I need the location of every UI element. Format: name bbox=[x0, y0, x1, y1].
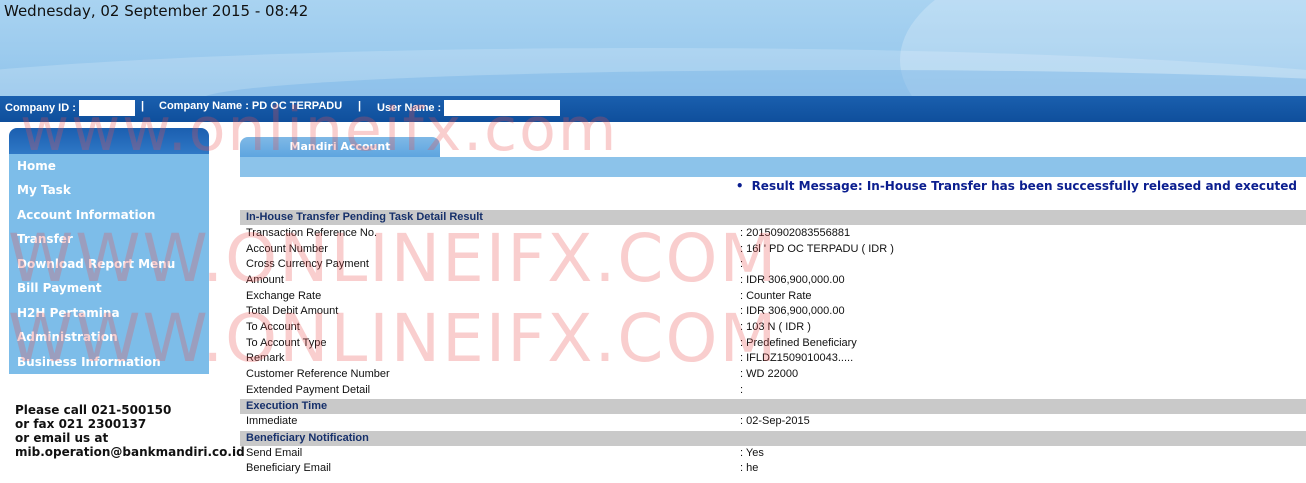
detail-value: : Predefined Beneficiary bbox=[740, 337, 857, 349]
detail-value: : 16l ' PD OC TERPADU ( IDR ) bbox=[740, 243, 894, 255]
detail-row: Exchange Rate : Counter Rate bbox=[240, 289, 1306, 304]
sidebar-item-my-task[interactable]: My Task bbox=[17, 183, 71, 197]
detail-label: Immediate bbox=[246, 415, 298, 427]
detail-label: To Account Type bbox=[246, 337, 327, 349]
result-message-text: Result Message: In-House Transfer has be… bbox=[751, 179, 1297, 193]
sidebar-item-transfer[interactable]: Transfer bbox=[17, 232, 73, 246]
detail-row: Extended Payment Detail : bbox=[240, 383, 1306, 398]
result-message: • Result Message: In-House Transfer has b… bbox=[736, 179, 1297, 193]
contact-phone: Please call 021-500150 bbox=[15, 403, 172, 417]
sidebar-header bbox=[9, 128, 209, 154]
detail-label: Transaction Reference No. bbox=[246, 227, 378, 239]
detail-value: : IDR 306,900,000.00 bbox=[740, 274, 845, 286]
detail-label: Total Debit Amount bbox=[246, 305, 339, 317]
detail-label: Send Email bbox=[246, 447, 303, 459]
detail-label: Beneficiary Email bbox=[246, 462, 331, 474]
detail-row: Immediate : 02-Sep-2015 bbox=[240, 414, 1306, 429]
detail-label: Amount bbox=[246, 274, 284, 286]
detail-value: : 02-Sep-2015 bbox=[740, 415, 810, 427]
detail-value: : Counter Rate bbox=[740, 290, 812, 302]
detail-value: : he bbox=[740, 462, 759, 474]
detail-label: To Account bbox=[246, 321, 300, 333]
contact-email[interactable]: mib.operation@bankmandiri.co.id bbox=[15, 445, 245, 459]
detail-label: Remark bbox=[246, 352, 285, 364]
detail-label: Extended Payment Detail bbox=[246, 384, 371, 396]
bullet-icon: • bbox=[735, 179, 744, 193]
user-name-redaction bbox=[444, 100, 561, 116]
detail-row: To Account : 103 N ( IDR ) bbox=[240, 320, 1306, 335]
detail-row: Send Email : Yes bbox=[240, 446, 1306, 461]
detail-row: To Account Type : Predefined Beneficiary bbox=[240, 336, 1306, 351]
sidebar-item-business-information[interactable]: Business Information bbox=[17, 355, 161, 369]
tab-strip bbox=[240, 157, 1306, 177]
detail-label: Cross Currency Payment bbox=[246, 258, 369, 270]
header-datetime: Wednesday, 02 September 2015 - 08:42 bbox=[4, 2, 309, 20]
detail-value: : bbox=[740, 384, 744, 396]
company-name-label: Company Name : PD OC TERPADU bbox=[159, 100, 343, 112]
detail-row: Total Debit Amount : IDR 306,900,000.00 bbox=[240, 304, 1306, 319]
sidebar-item-download-report[interactable]: Download Report Menu bbox=[17, 257, 175, 271]
info-separator: | bbox=[141, 100, 145, 112]
company-id-label: Company ID : bbox=[5, 100, 135, 116]
sidebar-item-account-information[interactable]: Account Information bbox=[17, 208, 155, 222]
detail-label: Exchange Rate bbox=[246, 290, 322, 302]
detail-value: : bbox=[740, 258, 744, 270]
detail-value: : Yes bbox=[740, 447, 764, 459]
detail-row: Transaction Reference No. : 201509020835… bbox=[240, 226, 1306, 241]
detail-value: : IFLDZ1509010043..... bbox=[740, 352, 854, 364]
user-name-label: User Name : bbox=[377, 100, 561, 116]
detail-row: Remark : IFLDZ1509010043..... bbox=[240, 351, 1306, 366]
info-separator: | bbox=[358, 100, 362, 112]
detail-value: : IDR 306,900,000.00 bbox=[740, 305, 845, 317]
detail-value: : 103 N ( IDR ) bbox=[740, 321, 811, 333]
company-info-bar: Company ID : | Company Name : PD OC TERP… bbox=[0, 96, 1306, 122]
sidebar-item-home[interactable]: Home bbox=[17, 159, 56, 173]
detail-row: Account Number : 16l ' PD OC TERPADU ( I… bbox=[240, 242, 1306, 257]
section-notification-title: Beneficiary Notification bbox=[240, 431, 1306, 446]
detail-label: Account Number bbox=[246, 243, 328, 255]
detail-row: Amount : IDR 306,900,000.00 bbox=[240, 273, 1306, 288]
sidebar-item-administration[interactable]: Administration bbox=[17, 330, 118, 344]
contact-fax: or fax 021 2300137 bbox=[15, 417, 147, 431]
detail-row: Beneficiary Email : he bbox=[240, 461, 1306, 476]
sidebar-item-bill-payment[interactable]: Bill Payment bbox=[17, 281, 102, 295]
sidebar-menu: Home My Task Account Information Transfe… bbox=[9, 154, 209, 374]
header-banner: Wednesday, 02 September 2015 - 08:42 bbox=[0, 0, 1306, 96]
contact-email-label: or email us at bbox=[15, 431, 109, 445]
company-id-redaction bbox=[78, 100, 135, 116]
detail-label: Customer Reference Number bbox=[246, 368, 390, 380]
detail-row: Customer Reference Number : WD 22000 bbox=[240, 367, 1306, 382]
detail-row: Cross Currency Payment : bbox=[240, 257, 1306, 272]
detail-value: : 20150902083556881 bbox=[740, 227, 851, 239]
sidebar-item-h2h-pertamina[interactable]: H2H Pertamina bbox=[17, 306, 120, 320]
contact-info: Please call 021-500150 or fax 021 230013… bbox=[15, 403, 245, 459]
tab-mandiri-account[interactable]: Mandiri Account bbox=[240, 137, 440, 159]
section-detail-title: In-House Transfer Pending Task Detail Re… bbox=[240, 210, 1306, 225]
detail-value: : WD 22000 bbox=[740, 368, 799, 380]
section-execution-title: Execution Time bbox=[240, 399, 1306, 414]
